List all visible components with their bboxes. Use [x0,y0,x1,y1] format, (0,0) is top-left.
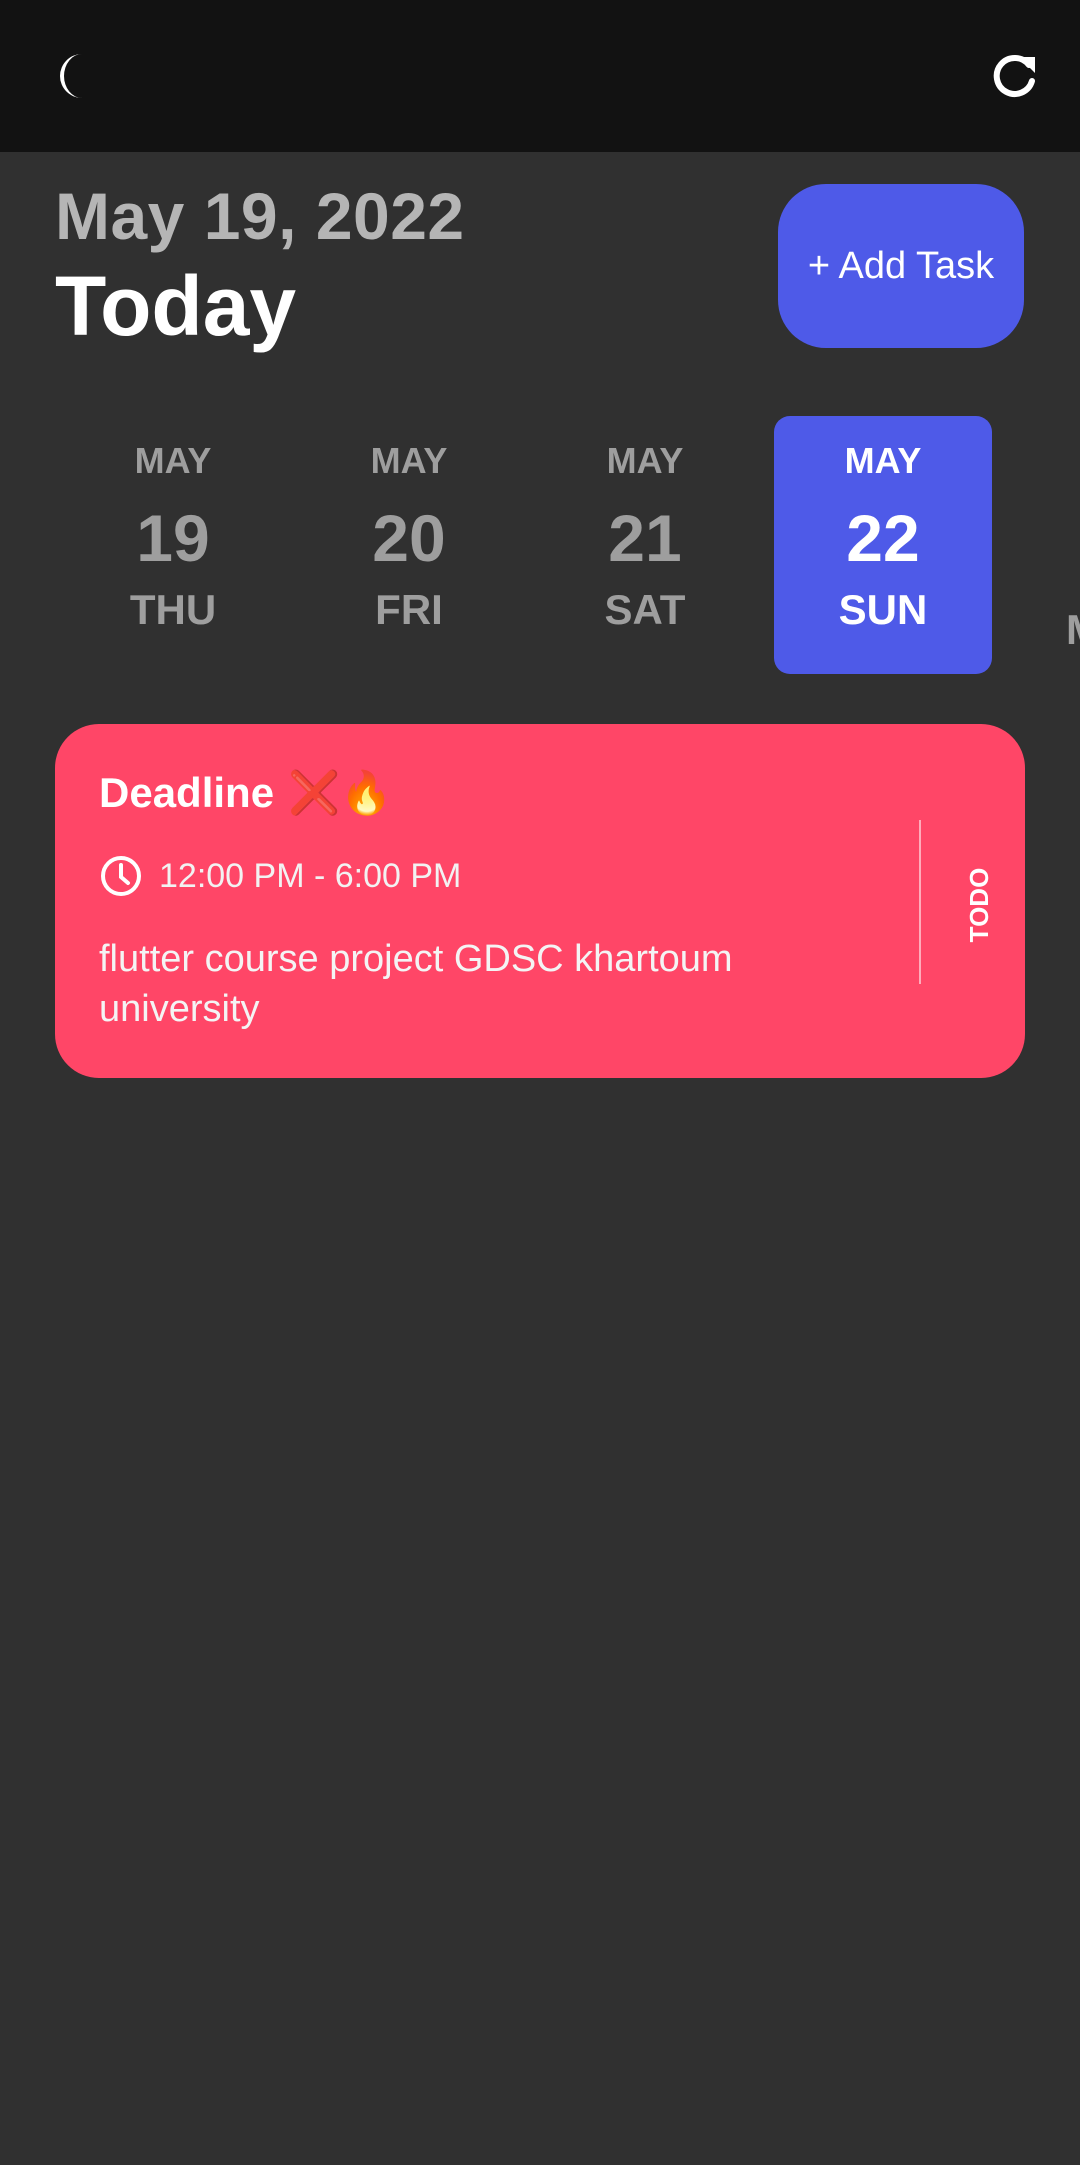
date-month: MAY [844,440,922,481]
date-day: 19 [136,501,210,575]
date-picker-strip: MAY 19 THU MAY 20 FRI MAY 21 SAT MAY 22 … [0,416,1080,674]
date-month: MAY [606,440,684,481]
moon-icon[interactable] [44,44,108,108]
date-item-may-22-selected[interactable]: MAY 22 SUN [774,416,992,674]
date-item-may-19[interactable]: MAY 19 THU [64,416,282,674]
date-month: MAY [134,440,212,481]
date-weekday: FRI [375,586,443,633]
task-time: 12:00 PM - 6:00 PM [159,856,462,895]
date-weekday: THU [129,586,217,633]
date-day: 21 [608,501,682,575]
app-bar [0,0,1080,152]
task-title-row: Deadline ❌🔥 [99,768,393,818]
date-day: 22 [846,501,920,575]
task-status-badge: TODO [964,867,994,943]
task-card[interactable]: Deadline ❌🔥 12:00 PM - 6:00 PM flutter c… [55,724,1025,1078]
date-item-partial[interactable]: M [1066,416,1080,674]
date-weekday: SUN [838,586,928,633]
task-divider [919,820,921,984]
task-title-emoji: ❌🔥 [288,768,393,817]
date-item-may-20[interactable]: MAY 20 FRI [300,416,518,674]
current-date: May 19, 2022 [55,179,465,253]
add-task-button[interactable]: + Add Task [778,184,1024,348]
refresh-icon[interactable] [982,44,1046,108]
date-weekday: SAT [604,586,686,633]
task-title: Deadline [99,769,275,816]
date-item-may-21[interactable]: MAY 21 SAT [536,416,754,674]
date-month: MAY [370,440,448,481]
date-weekday: M [1066,606,1080,654]
task-note: flutter course project GDSC khartoum uni… [99,938,733,1030]
task-time-row: 12:00 PM - 6:00 PM [99,854,461,898]
page-title: Today [55,259,297,353]
clock-icon [101,856,141,896]
date-day: 20 [372,501,446,575]
